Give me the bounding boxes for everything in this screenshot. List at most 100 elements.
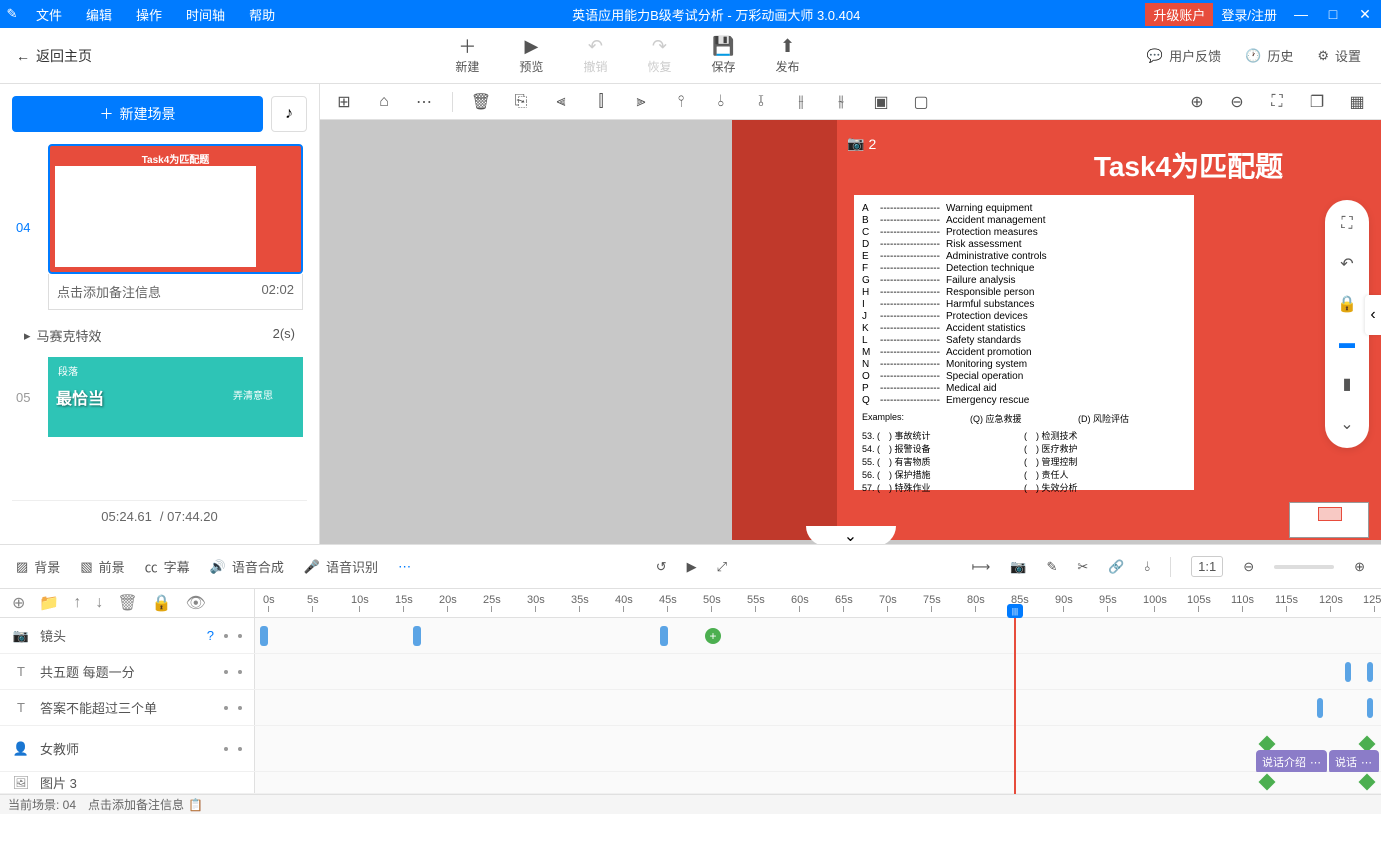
minimize-button[interactable]: — (1285, 6, 1317, 22)
new-scene-button[interactable]: ＋ 新建场景 (12, 96, 263, 132)
tl-row-character[interactable]: 👤女教师 说话介绍⋯ 说话⋯ (0, 726, 1381, 772)
tc-subtitle[interactable]: ㏄字幕 (145, 557, 190, 576)
keyframe[interactable] (1345, 662, 1351, 682)
tl-track[interactable] (255, 772, 1381, 793)
toolbar-发布[interactable]: ⬆发布 (775, 36, 799, 75)
toolbar-恢复[interactable]: ↷恢复 (647, 36, 671, 75)
ruler[interactable]: 0s5s10s15s20s25s30s35s40s45s50s55s60s65s… (255, 589, 1381, 617)
tc-rewind[interactable]: ↺ (656, 559, 667, 575)
toolbar-right-历史[interactable]: 🕐历史 (1245, 46, 1293, 65)
zoom-in-icon[interactable]: ⊕ (1185, 90, 1209, 114)
stage[interactable]: 📷2 Task4为匹配题 A------------------Warning … (732, 120, 1381, 540)
add-keyframe[interactable]: + (705, 628, 721, 644)
menu-action[interactable]: 操作 (124, 5, 174, 24)
tc-tts[interactable]: 🔊语音合成 (210, 557, 284, 576)
align-right-icon[interactable]: ⫸ (629, 90, 653, 114)
diamond-keyframe[interactable] (1259, 774, 1276, 791)
tc-split[interactable]: ⫰ (1144, 559, 1150, 575)
tl-row-camera[interactable]: 📷镜头? + (0, 618, 1381, 654)
toolbar-预览[interactable]: ▶预览 (519, 36, 543, 75)
tl-track[interactable]: 说话介绍⋯ 说话⋯ (255, 726, 1381, 771)
back-button[interactable]: ← 返回主页 (0, 46, 108, 66)
monitor-icon[interactable]: ▬ (1335, 332, 1359, 356)
tc-zoom-out[interactable]: ⊖ (1243, 559, 1254, 575)
tc-link[interactable]: 🔗 (1108, 559, 1124, 575)
diamond-keyframe[interactable] (1359, 774, 1376, 791)
canvas-view[interactable]: 📷2 Task4为匹配题 A------------------Warning … (320, 120, 1381, 544)
phone-icon[interactable]: ▮ (1335, 372, 1359, 396)
tl-row-text1[interactable]: T共五题 每题一分 (0, 654, 1381, 690)
tc-fullscreen[interactable]: ⤢ (717, 559, 727, 575)
align-left-icon[interactable]: ⫷ (549, 90, 573, 114)
scene-note[interactable]: 点击添加备注信息 (57, 282, 161, 301)
toolbar-right-设置[interactable]: ⚙设置 (1317, 46, 1361, 65)
fit-icon[interactable]: ⛶ (1265, 90, 1289, 114)
tl-track[interactable]: + (255, 618, 1381, 653)
copy2-icon[interactable]: ❐ (1305, 90, 1329, 114)
th-add-icon[interactable]: ⊕ (12, 593, 25, 613)
tc-zoom-in[interactable]: ⊕ (1354, 559, 1365, 575)
login-button[interactable]: 登录/注册 (1221, 5, 1277, 24)
effect-row[interactable]: ▸马赛克特效 2(s) (16, 322, 303, 349)
keyframe[interactable] (1367, 698, 1373, 718)
distribute-v-icon[interactable]: ⫳ (829, 90, 853, 114)
tc-crop[interactable]: ✂ (1077, 559, 1088, 575)
expand-panel-tab[interactable]: ‹ (1365, 295, 1381, 335)
toolbar-新建[interactable]: ＋新建 (455, 36, 479, 75)
th-up-icon[interactable]: ↑ (73, 594, 81, 612)
tc-asr[interactable]: 🎤语音识别 (304, 557, 378, 576)
zoom-slider[interactable] (1274, 565, 1334, 569)
tl-track[interactable] (255, 690, 1381, 725)
tc-camera[interactable]: 📷 (1010, 559, 1026, 575)
distribute-h-icon[interactable]: ⫲ (789, 90, 813, 114)
keyframe[interactable] (260, 626, 268, 646)
copy-icon[interactable]: 📋 (188, 798, 203, 812)
home-icon[interactable]: ⌂ (372, 90, 396, 114)
close-button[interactable]: ✕ (1349, 6, 1381, 23)
minimap[interactable] (1289, 502, 1369, 538)
send-back-icon[interactable]: ▢ (909, 90, 933, 114)
scene-item-05[interactable]: 05 段落 弄清意思 最恰当 (16, 357, 303, 437)
maximize-button[interactable]: □ (1317, 6, 1349, 22)
toolbar-撤销[interactable]: ↶撤销 (583, 36, 607, 75)
chevron-down-icon[interactable]: ⌄ (806, 526, 896, 544)
tl-row-image[interactable]: 🖼图片 3 (0, 772, 1381, 794)
scene-item-04[interactable]: 04 Task4为匹配题 点击添加备注信息 02:02 (16, 144, 303, 310)
trash-icon[interactable]: 🗑 (469, 90, 493, 114)
th-eye-icon[interactable]: 👁 (186, 593, 206, 613)
menu-edit[interactable]: 编辑 (74, 5, 124, 24)
tl-row-text2[interactable]: T答案不能超过三个单 (0, 690, 1381, 726)
keyframe[interactable] (413, 626, 421, 646)
speech-block[interactable]: 说话⋯ (1329, 750, 1379, 774)
th-folder-icon[interactable]: 📁 (39, 593, 59, 613)
menu-help[interactable]: 帮助 (237, 5, 287, 24)
menu-file[interactable]: 文件 (24, 5, 74, 24)
tc-foreground[interactable]: ▧前景 (80, 557, 124, 576)
scene-thumbnail[interactable]: Task4为匹配题 (48, 144, 303, 274)
tc-background[interactable]: ▨背景 (16, 557, 60, 576)
music-button[interactable]: ♪ (271, 96, 307, 132)
keyframe[interactable] (660, 626, 668, 646)
menu-timeline[interactable]: 时间轴 (174, 5, 237, 24)
toolbar-保存[interactable]: 💾保存 (711, 36, 735, 75)
more-icon[interactable]: ⋯ (412, 90, 436, 114)
copy-icon[interactable]: ⎘ (509, 90, 533, 114)
keyframe[interactable] (1367, 662, 1373, 682)
th-lock-icon[interactable]: 🔒 (152, 593, 172, 613)
tc-play[interactable]: ▶ (687, 559, 697, 575)
keyframe[interactable] (1317, 698, 1323, 718)
tc-zoom-ratio[interactable]: 1:1 (1191, 556, 1223, 577)
fullscreen-icon[interactable]: ⛶ (1335, 212, 1359, 236)
upgrade-button[interactable]: 升级账户 (1145, 3, 1213, 26)
speech-block[interactable]: 说话介绍⋯ (1256, 750, 1327, 774)
align-icon[interactable]: ⊞ (332, 90, 356, 114)
tl-track[interactable] (255, 654, 1381, 689)
grid-icon[interactable]: ▦ (1345, 90, 1369, 114)
bring-front-icon[interactable]: ▣ (869, 90, 893, 114)
align-top-icon[interactable]: ⫯ (669, 90, 693, 114)
expand-icon[interactable]: ⌄ (1335, 412, 1359, 436)
help-icon[interactable]: ? (207, 628, 214, 643)
scene-thumbnail[interactable]: 段落 弄清意思 最恰当 (48, 357, 303, 437)
align-bottom-icon[interactable]: ⫱ (749, 90, 773, 114)
tc-more[interactable]: ⋯ (398, 559, 411, 575)
